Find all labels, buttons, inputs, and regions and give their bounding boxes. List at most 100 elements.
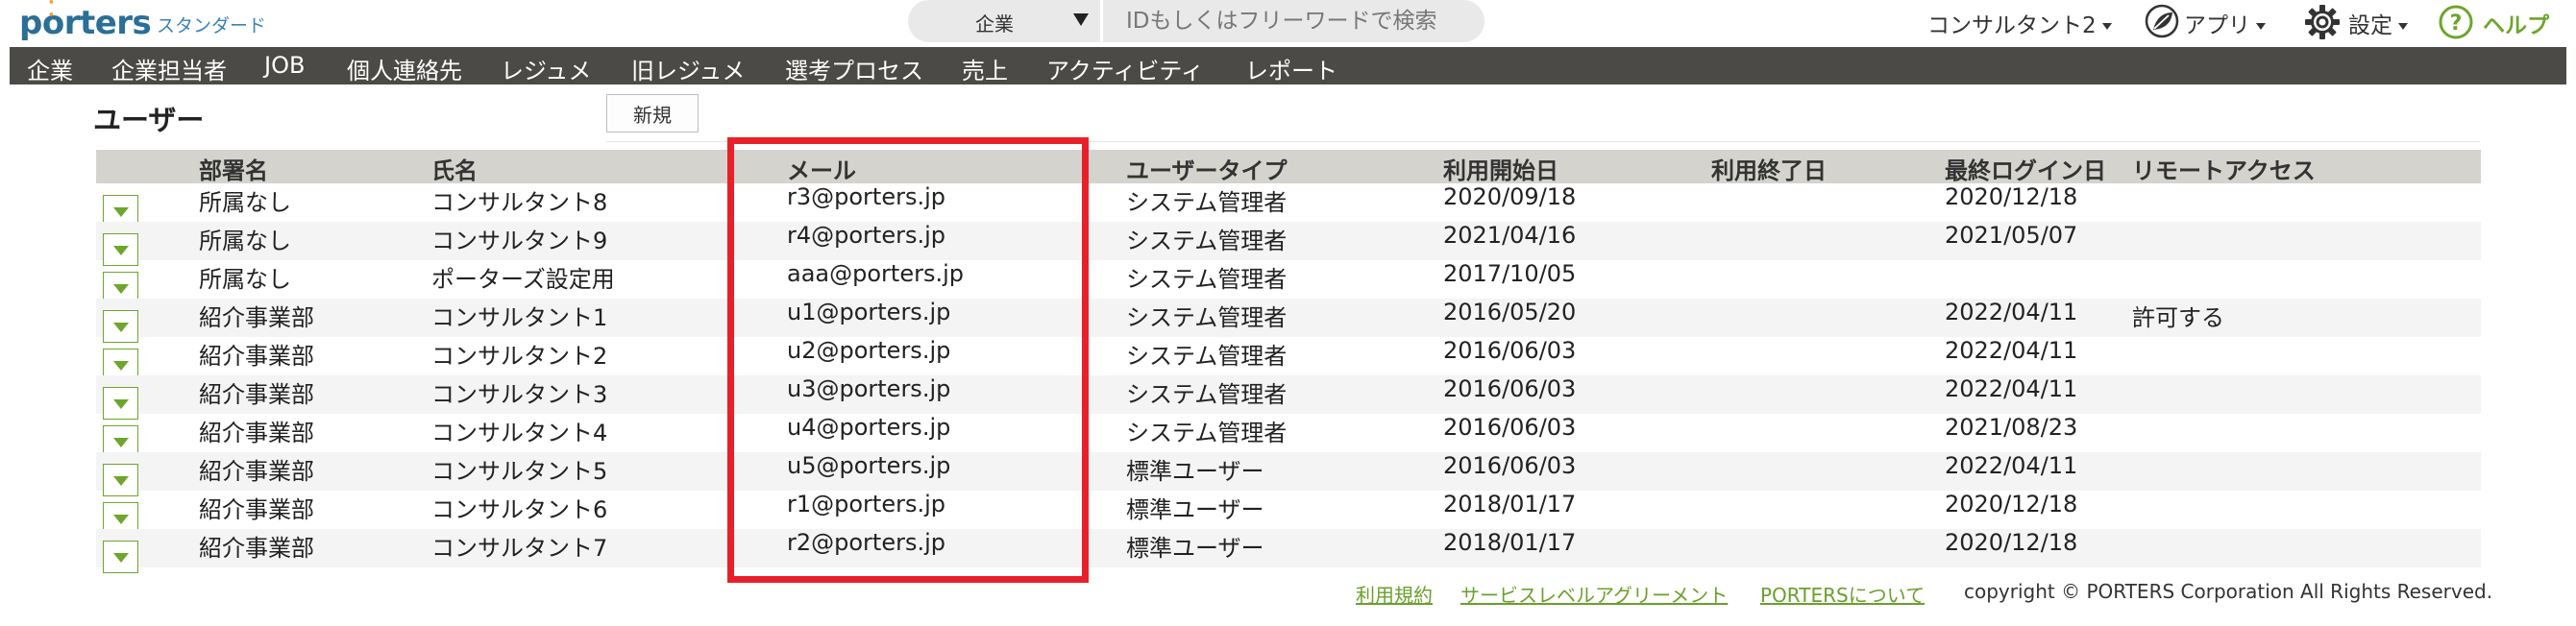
global-search: 企業 — [908, 0, 1484, 42]
table-row[interactable]: 紹介事業部 コンサルタント2 u2@porters.jp システム管理者 201… — [96, 337, 2481, 381]
cell-last-login: 2022/04/11 — [1945, 375, 2078, 402]
chevron-down-icon — [2398, 23, 2408, 30]
cell-last-login: 2022/04/11 — [1945, 299, 2078, 325]
column-header-last-login[interactable]: 最終ログイン日 — [1945, 152, 2106, 185]
column-header-department[interactable]: 部署名 — [199, 152, 268, 185]
cell-email: r4@porters.jp — [787, 222, 945, 249]
porters-logo[interactable]: po • • rters — [19, 0, 152, 42]
table-row[interactable]: 所属なし コンサルタント8 r3@porters.jp システム管理者 2020… — [96, 183, 2481, 228]
cell-start-date: 2016/06/03 — [1443, 337, 1577, 364]
cell-last-login: 2020/12/18 — [1945, 491, 2078, 518]
cell-start-date: 2021/04/16 — [1443, 222, 1577, 249]
help-link[interactable]: ヘルプ — [2483, 7, 2549, 39]
column-header-remote-access[interactable]: リモートアクセス — [2132, 152, 2316, 185]
column-header-end-date[interactable]: 利用終了日 — [1711, 152, 1827, 185]
footer-link-sla[interactable]: サービスレベルアグリーメント — [1460, 580, 1728, 608]
cell-user-type: システム管理者 — [1126, 189, 1288, 216]
nav-item-report[interactable]: レポート — [1245, 52, 1337, 85]
search-input[interactable] — [1103, 0, 1484, 42]
cell-start-date: 2016/06/03 — [1443, 452, 1577, 479]
nav-item-personal-contact[interactable]: 個人連絡先 — [347, 52, 462, 85]
table-row[interactable]: 紹介事業部 コンサルタント3 u3@porters.jp システム管理者 201… — [96, 375, 2481, 420]
apps-leaf-icon[interactable] — [2145, 4, 2179, 38]
logo-text-prefix: p — [19, 4, 42, 42]
column-header-name[interactable]: 氏名 — [431, 152, 478, 185]
nav-item-company-contact[interactable]: 企業担当者 — [111, 52, 227, 85]
apps-menu[interactable]: アプリ — [2184, 7, 2266, 39]
cell-department: 紹介事業部 — [199, 381, 314, 408]
nav-item-company[interactable]: 企業 — [27, 52, 73, 85]
cell-name: コンサルタント8 — [431, 189, 608, 216]
cell-user-type: 標準ユーザー — [1126, 496, 1264, 523]
cell-user-type: システム管理者 — [1126, 304, 1288, 331]
cell-name: コンサルタント1 — [431, 304, 608, 331]
app-header: po• •rters スタンダード 企業 コンサルタント2 アプリ — [0, 0, 2576, 46]
cell-remote-access: 許可する — [2132, 304, 2224, 331]
nav-item-sales[interactable]: 売上 — [962, 52, 1008, 85]
cell-department: 紹介事業部 — [199, 304, 314, 331]
nav-item-activity[interactable]: アクティビティ — [1046, 52, 1204, 85]
cell-department: 所属なし — [199, 189, 291, 216]
svg-text:?: ? — [2450, 12, 2463, 36]
footer-link-terms[interactable]: 利用規約 — [1356, 580, 1433, 608]
table-header: 部署名 氏名 メール ユーザータイプ 利用開始日 利用終了日 最終ログイン日 リ… — [96, 150, 2481, 185]
cell-department: 紹介事業部 — [199, 343, 314, 370]
cell-start-date: 2016/05/20 — [1443, 299, 1577, 325]
plan-label: スタンダード — [157, 15, 267, 36]
cell-user-type: システム管理者 — [1126, 228, 1288, 254]
settings-menu-label: 設定 — [2348, 13, 2392, 38]
nav-item-selection-process[interactable]: 選考プロセス — [785, 52, 923, 85]
cell-last-login: 2021/08/23 — [1945, 414, 2078, 441]
copyright-text: copyright © PORTERS Corporation All Righ… — [1964, 580, 2493, 603]
cell-department: 所属なし — [199, 266, 291, 293]
search-category-select[interactable]: 企業 — [908, 0, 1100, 42]
cell-start-date: 2018/01/17 — [1443, 529, 1577, 556]
cell-last-login: 2020/12/18 — [1945, 183, 2078, 210]
cell-last-login: 2022/04/11 — [1945, 452, 2078, 479]
cell-department: 紹介事業部 — [199, 458, 314, 485]
table-row[interactable]: 紹介事業部 コンサルタント4 u4@porters.jp システム管理者 201… — [96, 414, 2481, 458]
settings-menu[interactable]: 設定 — [2348, 7, 2408, 39]
cell-last-login: 2022/04/11 — [1945, 337, 2078, 364]
chevron-down-icon — [2101, 23, 2112, 30]
column-header-email[interactable]: メール — [787, 152, 856, 185]
help-icon[interactable]: ? — [2438, 4, 2474, 40]
table-row[interactable]: 紹介事業部 コンサルタント6 r1@porters.jp 標準ユーザー 2018… — [96, 491, 2481, 535]
new-user-button[interactable]: 新規 — [606, 94, 699, 132]
cell-name: コンサルタント7 — [431, 535, 608, 562]
nav-item-job[interactable]: JOB — [264, 52, 305, 79]
cell-name: コンサルタント9 — [431, 228, 608, 254]
column-header-user-type[interactable]: ユーザータイプ — [1126, 152, 1288, 185]
logo-text-rest: rters — [63, 4, 152, 42]
cell-email: r2@porters.jp — [787, 529, 945, 556]
cell-user-type: システム管理者 — [1126, 420, 1288, 446]
cell-name: コンサルタント4 — [431, 420, 608, 446]
table-row[interactable]: 紹介事業部 コンサルタント5 u5@porters.jp 標準ユーザー 2016… — [96, 452, 2481, 496]
chevron-down-icon — [1073, 13, 1089, 26]
logo-o-mark: o • • — [42, 0, 64, 42]
cell-user-type: システム管理者 — [1126, 266, 1288, 293]
table-row[interactable]: 所属なし コンサルタント9 r4@porters.jp システム管理者 2021… — [96, 222, 2481, 266]
cell-start-date: 2018/01/17 — [1443, 491, 1577, 518]
nav-item-resume[interactable]: レジュメ — [501, 52, 591, 85]
cell-start-date: 2016/06/03 — [1443, 414, 1577, 441]
cell-email: aaa@porters.jp — [787, 260, 964, 287]
main-nav: 企業 企業担当者 JOB 個人連絡先 レジュメ 旧レジュメ 選考プロセス 売上 … — [10, 47, 2566, 84]
gear-icon[interactable] — [2304, 4, 2341, 40]
page-title: ユーザー — [93, 104, 205, 136]
cell-email: r3@porters.jp — [787, 183, 945, 210]
table-row[interactable]: 紹介事業部 コンサルタント7 r2@porters.jp 標準ユーザー 2018… — [96, 529, 2481, 573]
column-header-start-date[interactable]: 利用開始日 — [1443, 152, 1558, 185]
cell-name: コンサルタント2 — [431, 343, 608, 370]
user-menu[interactable]: コンサルタント2 — [1927, 7, 2112, 39]
cell-user-type: システム管理者 — [1126, 381, 1288, 408]
table-row[interactable]: 紹介事業部 コンサルタント1 u1@porters.jp システム管理者 201… — [96, 299, 2481, 343]
footer-link-about[interactable]: PORTERSについて — [1760, 580, 1925, 608]
cell-user-type: システム管理者 — [1126, 343, 1288, 370]
cell-name: コンサルタント5 — [431, 458, 608, 485]
logo-dots-icon: • • — [47, 0, 56, 21]
title-divider — [606, 141, 2480, 142]
table-row[interactable]: 所属なし ポーターズ設定用 aaa@porters.jp システム管理者 201… — [96, 260, 2481, 304]
nav-item-old-resume[interactable]: 旧レジュメ — [631, 52, 745, 85]
row-menu-icon[interactable] — [103, 541, 138, 573]
